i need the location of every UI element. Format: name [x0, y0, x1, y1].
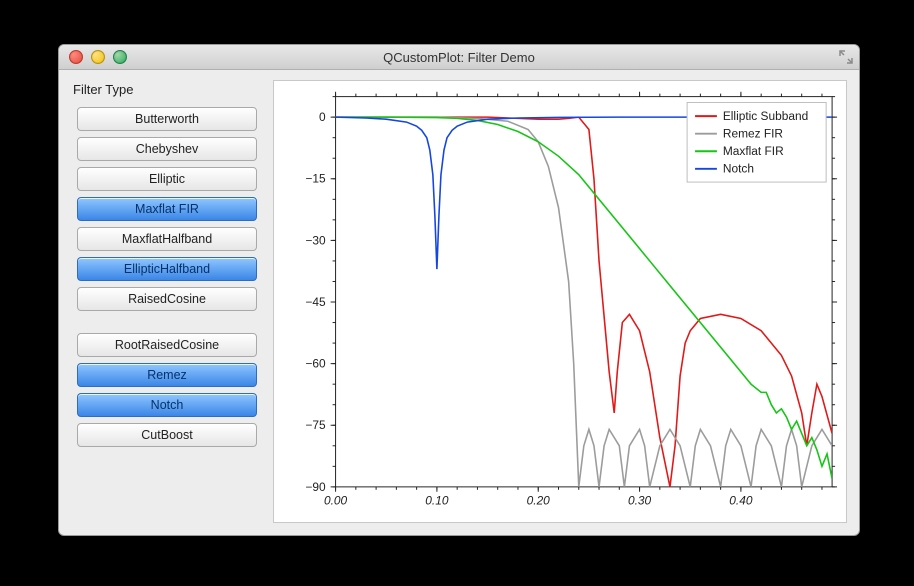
- svg-text:0.10: 0.10: [425, 494, 449, 508]
- zoom-icon[interactable]: [113, 50, 127, 64]
- filter-button-rootraisedcosine[interactable]: RootRaisedCosine: [77, 333, 257, 357]
- window-title: QCustomPlot: Filter Demo: [59, 50, 859, 65]
- filter-type-label: Filter Type: [73, 82, 263, 97]
- filter-button-remez[interactable]: Remez: [77, 363, 257, 387]
- svg-text:−30: −30: [305, 233, 326, 247]
- filter-button-butterworth[interactable]: Butterworth: [77, 107, 257, 131]
- svg-text:−75: −75: [305, 418, 326, 432]
- filter-button-chebyshev[interactable]: Chebyshev: [77, 137, 257, 161]
- app-window: QCustomPlot: Filter Demo Filter Type But…: [58, 44, 860, 536]
- filter-button-maxflat-fir[interactable]: Maxflat FIR: [77, 197, 257, 221]
- svg-text:−90: −90: [305, 480, 326, 494]
- svg-text:−15: −15: [305, 172, 326, 186]
- svg-text:Notch: Notch: [723, 162, 754, 176]
- svg-text:Remez FIR: Remez FIR: [723, 127, 783, 141]
- titlebar[interactable]: QCustomPlot: Filter Demo: [59, 45, 859, 70]
- filter-button-cutboost[interactable]: CutBoost: [77, 423, 257, 447]
- svg-text:0.00: 0.00: [324, 494, 348, 508]
- svg-text:−45: −45: [305, 295, 326, 309]
- filter-button-maxflathalfband[interactable]: MaxflatHalfband: [77, 227, 257, 251]
- svg-text:−60: −60: [305, 357, 326, 371]
- svg-text:0.20: 0.20: [527, 494, 551, 508]
- close-icon[interactable]: [69, 50, 83, 64]
- filter-button-raisedcosine[interactable]: RaisedCosine: [77, 287, 257, 311]
- svg-text:0.30: 0.30: [628, 494, 652, 508]
- svg-text:Maxflat FIR: Maxflat FIR: [723, 144, 784, 158]
- filter-button-notch[interactable]: Notch: [77, 393, 257, 417]
- svg-text:0.40: 0.40: [729, 494, 753, 508]
- minimize-icon[interactable]: [91, 50, 105, 64]
- filter-button-elliptic[interactable]: Elliptic: [77, 167, 257, 191]
- svg-text:Elliptic Subband: Elliptic Subband: [723, 109, 808, 123]
- filter-button-elliptichalfband[interactable]: EllipticHalfband: [77, 257, 257, 281]
- fullscreen-icon[interactable]: [839, 50, 853, 64]
- svg-text:0: 0: [319, 110, 326, 124]
- sidebar: Filter Type Butterworth Chebyshev Elliptic…: [71, 80, 263, 523]
- plot-area[interactable]: 0 −15 −30 −45 −60 −75 −900.00 0.10 0.20 0.30 0.40 E…: [273, 80, 847, 523]
